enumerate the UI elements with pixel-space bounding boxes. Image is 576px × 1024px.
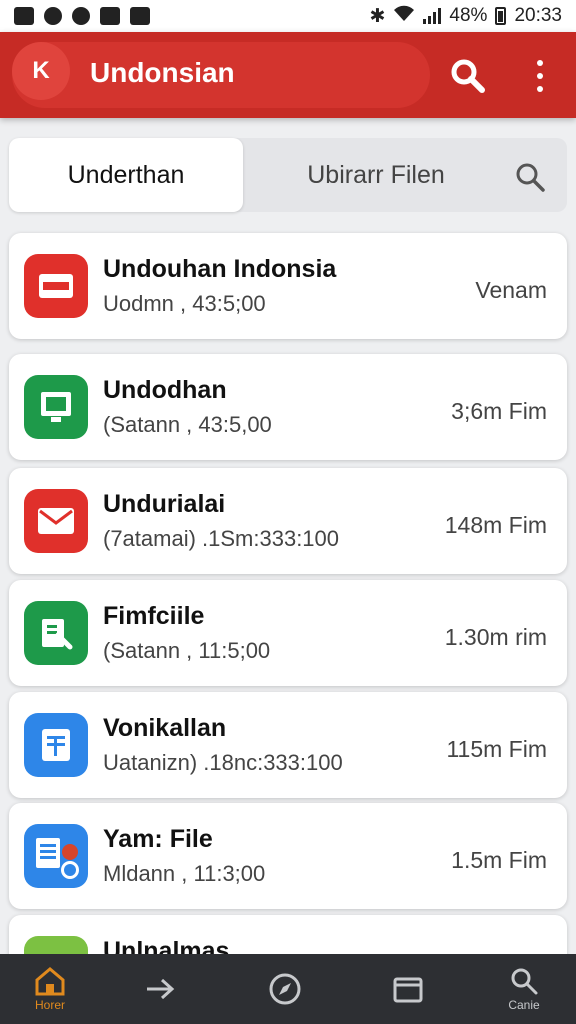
battery-icon [495,7,507,25]
file-size: 1.30m rim [444,624,547,650]
file-size: 1.5m Fim [451,847,547,873]
mail-icon [24,489,88,553]
tab-bar: Underthan Ubirarr Filen [9,138,567,212]
file-name: Undouhan Indonsia [103,255,337,283]
record-notification-icon [44,7,62,25]
file-item[interactable]: Vonikallan Uatanizn) .18nc:333:100 115m … [9,692,567,798]
arrow-right-icon [147,978,175,1000]
search-icon [451,59,485,93]
file-item[interactable]: Undurialai (7atamai) .1Sm:333:100 148m F… [9,468,567,574]
bluetooth-icon: ✱ [369,5,386,27]
document-icon [24,713,88,777]
nav-search[interactable]: Canie [474,954,574,1024]
more-options-button[interactable] [530,60,550,92]
gallery-notification-icon [14,7,34,25]
file-size: 3;6m Fim [451,398,547,424]
back-label: K [32,57,50,84]
file-item[interactable]: Yam: File Mldann , 11:3;00 1.5m Fim [9,803,567,909]
tab-underthan[interactable]: Underthan [9,138,243,212]
file-meta: (Satann , 11:5;00 [103,638,271,663]
page-title: Undonsian [90,57,235,88]
image-notification-icon [100,7,120,25]
card-icon [24,254,88,318]
app-bar: K Undonsian [0,32,576,118]
bottom-navigation: Horer Canie [0,954,576,1024]
folder-outline-icon [393,977,423,1003]
back-button[interactable]: K [12,42,70,100]
search-icon [511,968,538,995]
file-item[interactable]: Undouhan Indonsia Uodmn , 43:5;00 Venam [9,233,567,339]
nav-home-label: Horer [34,998,65,1012]
notes-icon [24,824,88,888]
home-icon [35,967,65,996]
file-name: Yam: File [103,825,213,853]
file-meta: Mldann , 11:3;00 [103,861,266,886]
file-name: Undurialai [103,490,226,518]
nav-forward[interactable] [110,954,210,1024]
tab-ubirarr-filen[interactable]: Ubirarr Filen [261,138,491,212]
music-notification-icon [72,7,90,25]
file-name: Fimfciile [103,602,205,630]
file-meta: (7atamai) .1Sm:333:100 [103,526,340,551]
wifi-icon [393,4,415,28]
notification-icons [14,7,150,25]
play-notification-icon [130,7,150,25]
file-meta: Uodmn , 43:5;00 [103,291,266,316]
search-icon [516,163,545,192]
nav-home[interactable]: Horer [0,954,100,1024]
file-meta: Uatanizn) .18nc:333:100 [103,750,343,775]
nav-discover[interactable] [235,954,335,1024]
file-icon [24,601,88,665]
file-size: 148m Fim [444,512,547,538]
file-name: Undodhan [103,376,227,404]
tab-search-button[interactable] [513,160,547,194]
compass-icon [269,973,301,1005]
nav-search-label: Canie [508,998,540,1012]
search-button[interactable] [448,56,488,96]
nav-files[interactable] [358,954,458,1024]
file-size: 115m Fim [446,736,547,762]
monitor-icon [24,375,88,439]
battery-percent: 48% [449,5,488,26]
file-item[interactable]: Undodhan (Satann , 43:5,00 3;6m Fim [9,354,567,460]
signal-icon [423,8,442,24]
status-bar: ✱ 48% 20:33 [0,0,576,32]
clock: 20:33 [514,5,562,26]
file-name: Vonikallan [103,714,227,742]
file-size: Venam [475,277,547,303]
file-item[interactable]: Fimfciile (Satann , 11:5;00 1.30m rim [9,580,567,686]
file-meta: (Satann , 43:5,00 [103,412,272,437]
